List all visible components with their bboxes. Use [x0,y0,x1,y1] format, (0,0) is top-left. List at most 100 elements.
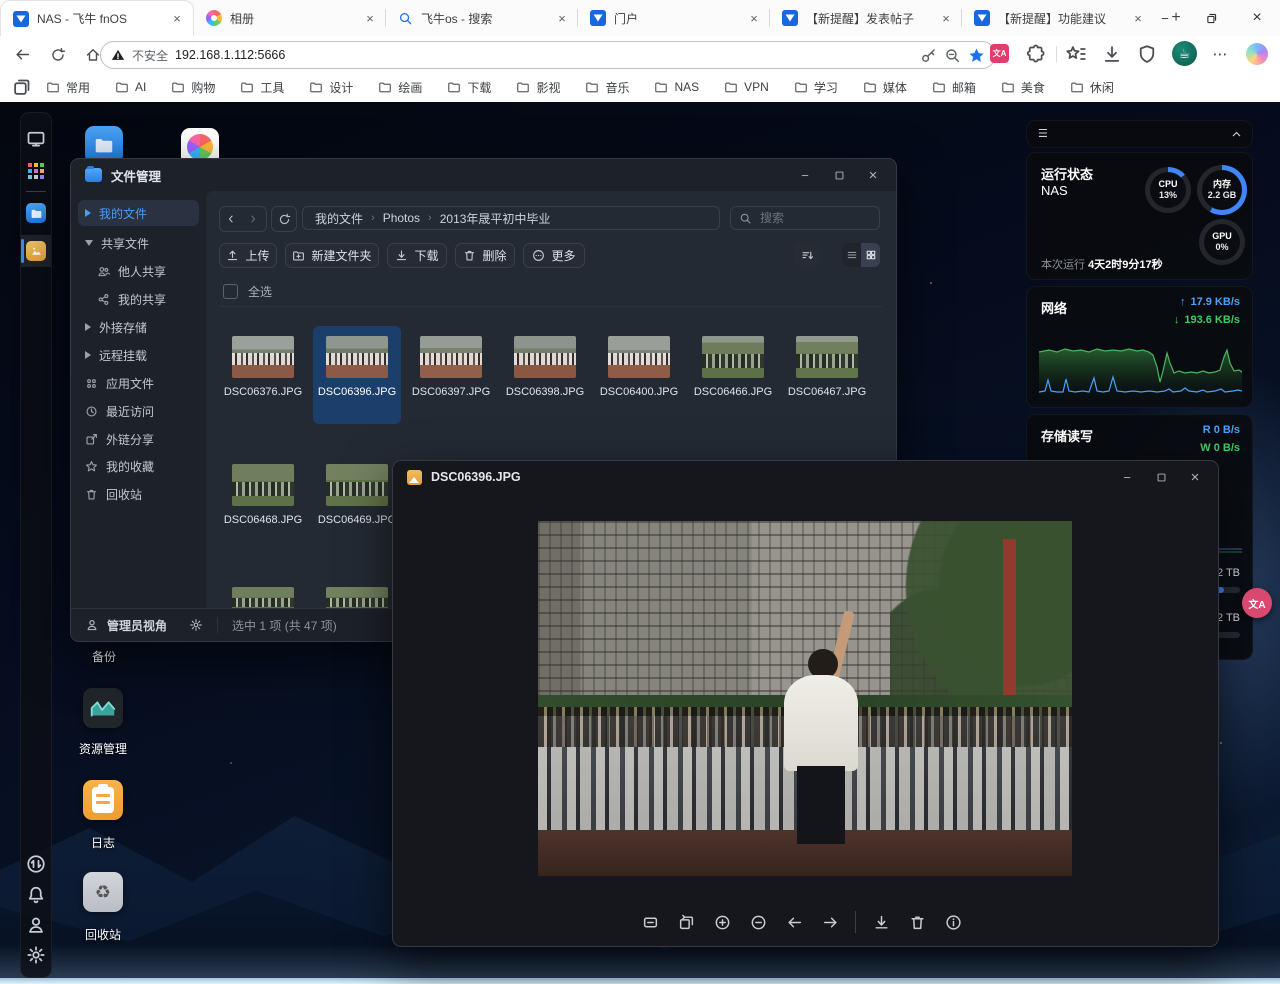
close-button[interactable]: × [856,159,890,191]
file-tile[interactable]: DSC06397.JPG [407,326,495,424]
image-info-button[interactable] [939,908,967,936]
password-key-icon[interactable] [920,47,937,64]
minimize-button[interactable]: − [788,159,822,191]
tab-close-icon[interactable]: × [169,11,185,27]
file-tile[interactable]: DSC06468.JPG [219,454,307,552]
previous-image-button[interactable] [780,908,808,936]
browser-menu-icon[interactable]: ⋯ [1210,44,1230,64]
sidebar-item-my-files[interactable]: 我的文件 [71,201,206,225]
delete-button[interactable]: 删除 [455,243,515,268]
dock-notifications-icon[interactable] [26,885,46,905]
bookmark-folder[interactable]: 休闲 [1070,79,1114,96]
file-tile[interactable]: DSC06467.JPG [783,326,871,424]
file-manager-titlebar[interactable]: 文件管理 [71,159,896,191]
browser-tab-search[interactable]: 飞牛os - 搜索 × [386,0,578,36]
tab-close-icon[interactable]: × [554,10,570,26]
translate-bubble[interactable]: 文A [1242,588,1272,618]
dock-photo-viewer-icon[interactable] [26,241,46,261]
dock-settings-icon[interactable] [26,945,46,965]
file-tile[interactable]: DSC06400.JPG [595,326,683,424]
browser-close-button[interactable]: × [1234,0,1280,36]
photo-viewer-titlebar[interactable]: DSC06396.JPG [393,461,1218,493]
file-tile[interactable] [219,577,307,609]
sidebar-item-recent[interactable]: 最近访问 [71,399,206,423]
delete-image-button[interactable] [903,908,931,936]
download-button[interactable]: 下载 [387,243,447,268]
upload-button[interactable]: 上传 [219,243,277,268]
dock-desktop-icon[interactable] [26,129,46,149]
admin-view-label[interactable]: 管理员视角 [107,617,167,634]
bookmark-folder[interactable]: 下载 [447,79,491,96]
bookmark-folder[interactable]: 媒体 [863,79,907,96]
sidebar-item-favorites[interactable]: 我的收藏 [71,454,206,478]
browser-tab-suggest[interactable]: 【新提醒】功能建议 × [962,0,1154,36]
downloads-icon[interactable] [1102,44,1122,64]
file-tile[interactable]: DSC06466.JPG [689,326,777,424]
sidebar-item-external-links[interactable]: 外链分享 [71,427,206,451]
dock-user-icon[interactable] [26,915,46,935]
list-view-icon[interactable] [842,243,861,267]
rotate-button[interactable] [672,908,700,936]
browser-tab-nas[interactable]: NAS - 飞牛 fnOS × [0,0,194,36]
maximize-button[interactable] [1144,461,1178,493]
copilot-icon[interactable] [1246,43,1268,65]
minimize-button[interactable]: − [1110,461,1144,493]
collections-icon[interactable] [12,77,32,97]
file-tile[interactable]: DSC06398.JPG [501,326,589,424]
bookmark-folder[interactable]: 美食 [1001,79,1045,96]
zoom-out-button[interactable] [744,908,772,936]
favorite-star-icon[interactable] [968,47,985,64]
panel-collapse-icon[interactable] [1230,128,1243,141]
desktop-icon-label[interactable]: 日志 [63,834,143,851]
desktop-app-recycle-bin[interactable]: ♻ [83,872,123,912]
bookmark-folder[interactable]: 绘画 [378,79,422,96]
tab-close-icon[interactable]: × [938,10,954,26]
bookmark-folder[interactable]: 学习 [794,79,838,96]
back-button[interactable] [9,41,36,68]
bookmark-folder[interactable]: 影视 [516,79,560,96]
tab-close-icon[interactable]: × [362,10,378,26]
breadcrumb-item[interactable]: Photos [383,211,420,225]
desktop-app-logs[interactable] [83,780,123,820]
maximize-button[interactable] [822,159,856,191]
bookmark-folder[interactable]: 购物 [171,79,215,96]
sidebar-item-app-files[interactable]: 应用文件 [71,371,206,395]
security-label[interactable]: 不安全 [132,47,168,64]
profile-avatar[interactable]: ☕ [1172,41,1197,66]
zoom-in-button[interactable] [708,908,736,936]
browser-minimize-button[interactable]: − [1142,0,1188,36]
bookmark-folder[interactable]: 音乐 [585,79,629,96]
dock-file-manager-icon[interactable] [26,203,46,223]
nav-back-icon[interactable] [220,207,242,231]
desktop-icon-label[interactable]: 回收站 [63,926,143,943]
url-bar[interactable]: 不安全 192.168.1.112:5666 [100,41,996,69]
security-shield-icon[interactable] [1137,44,1157,64]
zoom-out-page-icon[interactable] [944,47,961,64]
new-folder-button[interactable]: 新建文件夹 [285,243,379,268]
bookmark-folder[interactable]: 设计 [309,79,353,96]
browser-tab-album[interactable]: 相册 × [194,0,386,36]
search-box[interactable] [730,206,880,230]
nav-forward-icon[interactable] [242,207,264,231]
favorites-bar-icon[interactable] [1066,44,1086,64]
search-input[interactable] [758,210,862,226]
sort-button[interactable] [794,243,820,267]
download-image-button[interactable] [867,908,895,936]
desktop-icon-label[interactable]: 资源管理 [63,740,143,757]
sidebar-item-external-storage[interactable]: 外接存储 [71,315,206,339]
close-button[interactable]: × [1178,461,1212,493]
breadcrumb-item[interactable]: 我的文件 [315,210,363,227]
bookmark-folder[interactable]: 邮箱 [932,79,976,96]
bookmark-folder[interactable]: 常用 [46,79,90,96]
refresh-button[interactable] [44,41,71,68]
sidebar-item-my-shares[interactable]: 我的共享 [71,287,206,311]
tab-close-icon[interactable]: × [746,10,762,26]
dock-transfer-icon[interactable] [26,854,46,874]
desktop-app-resource-monitor[interactable] [83,688,123,728]
fit-screen-button[interactable] [636,908,664,936]
translate-icon[interactable]: 文A [990,44,1009,63]
extensions-icon[interactable] [1026,44,1046,64]
bookmark-folder[interactable]: VPN [724,80,769,94]
sidebar-item-recycle-bin[interactable]: 回收站 [71,482,206,506]
bookmark-folder[interactable]: NAS [654,80,699,94]
